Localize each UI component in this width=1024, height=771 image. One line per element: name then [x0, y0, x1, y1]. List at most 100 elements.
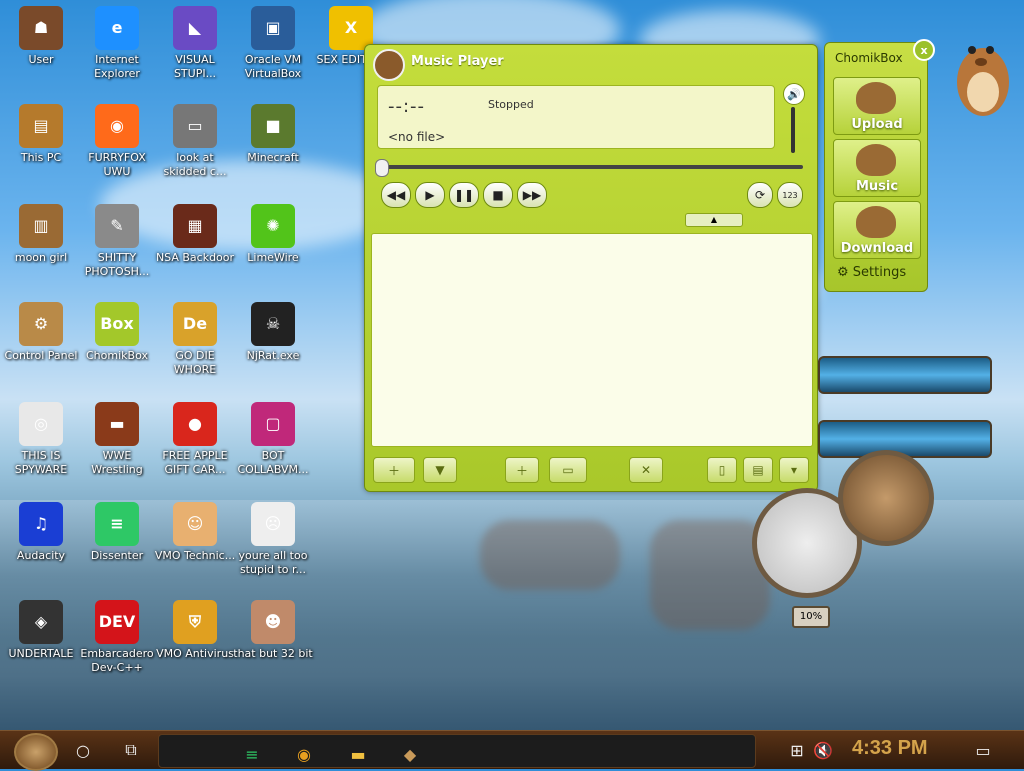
time-readout: --:-- [388, 96, 426, 117]
desktop-app-icon: ▤ [19, 104, 63, 148]
desktop-icon-label: User [28, 53, 54, 66]
collapse-playlist-tab[interactable]: ▲ [685, 213, 743, 227]
desktop-app-icon: De [173, 302, 217, 346]
desktop-icon-label: youre all too stupid to r... [238, 549, 308, 576]
chomikbox-taskbar-icon[interactable]: ◆ [395, 739, 425, 769]
desktop-app-icon: ✺ [251, 204, 295, 248]
desktop-icon[interactable]: ⛨ VMO Antivirus [154, 600, 236, 661]
desktop-icon[interactable]: ✺ LimeWire [232, 204, 314, 265]
desktop-icon[interactable]: ◣ VISUAL STUPI... [154, 6, 236, 81]
download-button[interactable]: Download [833, 201, 921, 259]
playlist-area[interactable] [371, 233, 813, 447]
desktop-app-icon: ◉ [95, 104, 139, 148]
desktop-icon[interactable]: ▬ WWE Wrestling [76, 402, 158, 477]
forward-icon: ▶▶ [522, 188, 542, 202]
desktop-app-icon: ◈ [19, 600, 63, 644]
desktop-icon[interactable]: ⚙ Control Panel [0, 302, 82, 363]
desktop-app-icon: ▭ [173, 104, 217, 148]
volume-control[interactable]: 🔊 [783, 83, 805, 155]
desktop-icon[interactable]: ◈ UNDERTALE [0, 600, 82, 661]
desktop-icon[interactable]: De GO DIE WHORE [154, 302, 236, 377]
settings-button[interactable]: ⚙ Settings [837, 265, 906, 280]
seek-thumb[interactable] [375, 159, 389, 177]
desktop-icon-label: NjRat.exe [246, 349, 300, 362]
add-folder-button[interactable]: ＋ [505, 457, 539, 483]
desktop-app-icon: ⚙ [19, 302, 63, 346]
desktop-icon-label: Oracle VM VirtualBox [244, 53, 302, 80]
pipe-middle [818, 420, 992, 458]
notifications-icon[interactable]: ▭ [968, 735, 998, 765]
desktop-icon[interactable]: ☠ NjRat.exe [232, 302, 314, 363]
desktop-icon[interactable]: ▢ BOT COLLABVM... [232, 402, 314, 477]
desktop-app-icon: ✎ [95, 204, 139, 248]
desktop-icon[interactable]: ▣ Oracle VM VirtualBox [232, 6, 314, 81]
desktop-icon[interactable]: ▭ look at skidded c... [154, 104, 236, 179]
chomikbox-panel[interactable]: ChomikBox x Upload Music Download ⚙ Sett… [824, 39, 935, 292]
desktop-icon[interactable]: ■ Minecraft [232, 104, 314, 165]
desktop-icon[interactable]: ◉ FURRYFOX UWU [76, 104, 158, 179]
desktop-app-icon: ● [173, 402, 217, 446]
clock[interactable]: 4:33 PM [852, 737, 928, 760]
desktop-icon[interactable]: ☻ that but 32 bit [232, 600, 314, 661]
desktop-icon[interactable]: ♫ Audacity [0, 502, 82, 563]
desktop-icon[interactable]: ☗ User [0, 6, 82, 67]
desktop-icon-label: THIS IS SPYWARE [14, 449, 68, 476]
desktop-app-icon: ◣ [173, 6, 217, 50]
upload-button[interactable]: Upload [833, 77, 921, 135]
stop-button[interactable]: ■ [483, 182, 513, 208]
desktop-icon-label: UNDERTALE [8, 647, 74, 660]
order-button[interactable]: 123 [777, 182, 803, 208]
music-button[interactable]: Music [833, 139, 921, 197]
desktop-icon-label: LimeWire [247, 251, 299, 264]
desktop-icon-label: WWE Wrestling [91, 449, 143, 476]
desktop-icon[interactable]: ▤ This PC [0, 104, 82, 165]
desktop-app-icon: ☠ [251, 302, 295, 346]
speaker-icon[interactable]: 🔊 [783, 83, 805, 105]
desktop-icon[interactable]: ▥ moon girl [0, 204, 82, 265]
gear-wheel [838, 450, 934, 546]
search-circle-icon[interactable]: ○ [68, 735, 98, 765]
rewind-button[interactable]: ◀◀ [381, 182, 411, 208]
forward-button[interactable]: ▶▶ [517, 182, 547, 208]
desktop-icon[interactable]: ◎ THIS IS SPYWARE [0, 402, 82, 477]
volume-slider[interactable] [791, 107, 795, 153]
desktop-icon-label: VMO Antivirus [156, 647, 234, 660]
volume-muted-icon[interactable]: 🔇 [808, 735, 838, 765]
desktop-icon[interactable]: Box ChomikBox [76, 302, 158, 363]
play-button[interactable]: ▶ [415, 182, 445, 208]
desktop-icon[interactable]: ● FREE APPLE GIFT CAR... [154, 402, 236, 477]
task-view-icon[interactable]: ⧉ [116, 735, 146, 765]
steampunk-gauge-widget: 10% [750, 350, 1024, 650]
open-folder-button[interactable]: ▭ [549, 457, 587, 483]
desktop-icon[interactable]: ☹ youre all too stupid to r... [232, 502, 314, 577]
desktop-icon[interactable]: ☺ VMO Technic... [154, 502, 236, 563]
gear-icon: ⚙ [837, 265, 849, 280]
repeat-button[interactable]: ⟳ [747, 182, 773, 208]
desktop-icon-label: ChomikBox [86, 349, 148, 362]
desktop-icon[interactable]: DEV Embarcadero Dev-C++ [76, 600, 158, 675]
desktop-icon[interactable]: ≡ Dissenter [76, 502, 158, 563]
desktop-app-icon: ☗ [19, 6, 63, 50]
desktop-icon[interactable]: e Internet Explorer [76, 6, 158, 81]
add-file-button[interactable]: ＋ [373, 457, 415, 483]
desktop-icon[interactable]: ▦ NSA Backdoor [154, 204, 236, 265]
desktop-app-icon: ▦ [173, 204, 217, 248]
chrome-taskbar-icon[interactable]: ◉ [289, 739, 319, 769]
remove-button[interactable]: ✕ [629, 457, 663, 483]
pause-button[interactable]: ❚❚ [449, 182, 479, 208]
add-sort-button[interactable]: ▼ [423, 457, 457, 483]
close-button[interactable]: x [913, 39, 935, 61]
seek-bar[interactable] [375, 159, 803, 177]
desktop-icon[interactable]: ✎ SHITTY PHOTOSH... [76, 204, 158, 279]
gauge-readout: 10% [792, 606, 830, 628]
now-playing-display: --:-- Stopped <no file> [377, 85, 775, 149]
desktop-icon-label: Dissenter [90, 549, 144, 562]
file-explorer-taskbar-icon[interactable]: ▬ [343, 739, 373, 769]
dissenter-taskbar-icon[interactable]: ≡ [237, 739, 267, 769]
playback-status: Stopped [488, 98, 534, 111]
start-button[interactable] [14, 733, 58, 771]
upload-label: Upload [851, 117, 903, 132]
desktop-icon-label: moon girl [14, 251, 68, 264]
new-list-button[interactable]: ▯ [707, 457, 737, 483]
desktop-icon-label: Embarcadero Dev-C++ [80, 647, 154, 674]
